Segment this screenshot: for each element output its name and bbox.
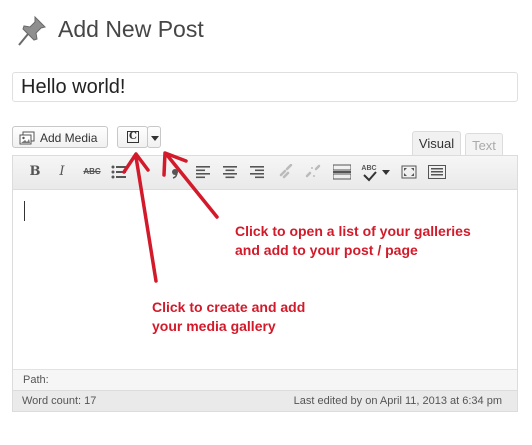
annotation-gallery-list: Click to open a list of your galleries a… <box>235 223 471 258</box>
arrow-to-create-gallery <box>122 152 158 283</box>
arrow-to-gallery-list <box>162 151 219 219</box>
annotation-create-gallery: Click to create and add your media galle… <box>152 299 306 334</box>
